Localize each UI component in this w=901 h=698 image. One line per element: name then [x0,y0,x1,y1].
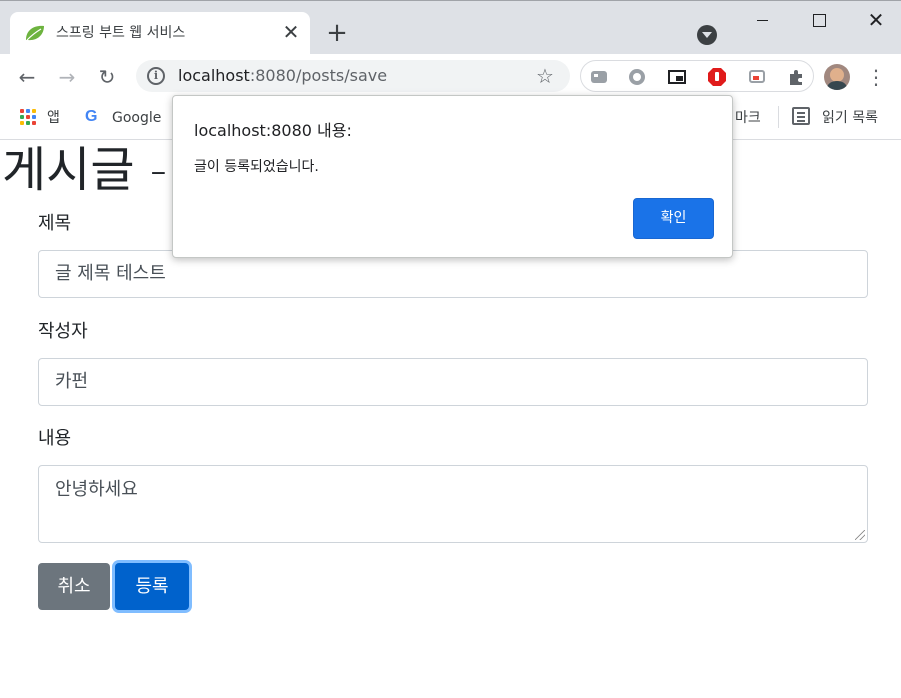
title-label: 제목 [38,213,72,234]
profile-avatar[interactable] [824,64,850,90]
tab-search-icon[interactable] [697,25,717,45]
info-icon[interactable]: i [147,67,165,85]
dialog-title: localhost:8080 내용: [194,121,352,140]
picture-in-picture-icon[interactable] [667,67,687,87]
extension-icon[interactable] [589,67,609,87]
new-tab-button[interactable]: + [323,20,351,48]
apps-grid-icon[interactable] [20,109,36,125]
reading-list-icon[interactable] [792,107,810,125]
kebab-menu-icon[interactable]: ⋮ [866,63,886,91]
content-label: 내용 [38,428,72,449]
url-text[interactable]: localhost:8080/posts/save [178,66,387,86]
reading-list-button[interactable]: 읽기 목록 [822,108,878,128]
minimize-button[interactable] [740,1,786,39]
google-icon: G [85,108,98,125]
extension-icon[interactable] [627,67,647,87]
reload-icon[interactable]: ↻ [93,63,121,91]
window-close-button[interactable]: ✕ [853,1,899,39]
leaf-favicon-icon [26,25,44,41]
bookmark-google[interactable]: Google [112,108,161,128]
back-icon[interactable]: ← [13,63,41,91]
tab-close-icon[interactable]: ✕ [280,21,302,43]
resize-handle[interactable] [855,530,865,540]
cast-icon[interactable] [747,67,767,87]
url-path: :8080/posts/save [249,66,388,85]
dialog-ok-button[interactable]: 확인 [633,198,714,239]
browser-tab[interactable]: 스프링 부트 웹 서비스 ✕ [10,12,310,55]
author-input[interactable]: 카펀 [38,358,868,406]
extensions-group [580,60,814,92]
puzzle-icon[interactable] [787,67,807,87]
bookmark-partial[interactable]: 마크 [735,108,761,128]
maximize-button[interactable] [795,1,841,39]
save-button[interactable]: 등록 [115,563,189,610]
browser-toolbar: ← → ↻ i localhost:8080/posts/save ☆ ⋮ [0,54,901,100]
page-title: 게시글 - [2,142,168,198]
tab-strip: 스프링 부트 웹 서비스 ✕ + ✕ [0,0,901,55]
cancel-button[interactable]: 취소 [38,563,110,610]
address-bar[interactable]: i localhost:8080/posts/save ☆ [136,60,570,92]
content-textarea[interactable]: 안녕하세요 [38,465,868,543]
bookmark-separator [778,106,779,128]
dialog-message: 글이 등록되었습니다. [194,159,319,175]
forward-icon[interactable]: → [53,63,81,91]
content-text: 안녕하세요 [55,479,138,500]
adblock-icon[interactable] [707,67,727,87]
tab-title: 스프링 부트 웹 서비스 [56,25,186,41]
star-icon[interactable]: ☆ [536,63,554,89]
bookmark-apps[interactable]: 앱 [47,108,60,128]
url-host: localhost [178,66,250,85]
alert-dialog: localhost:8080 내용: 글이 등록되었습니다. 확인 [172,95,733,258]
author-label: 작성자 [38,321,88,342]
